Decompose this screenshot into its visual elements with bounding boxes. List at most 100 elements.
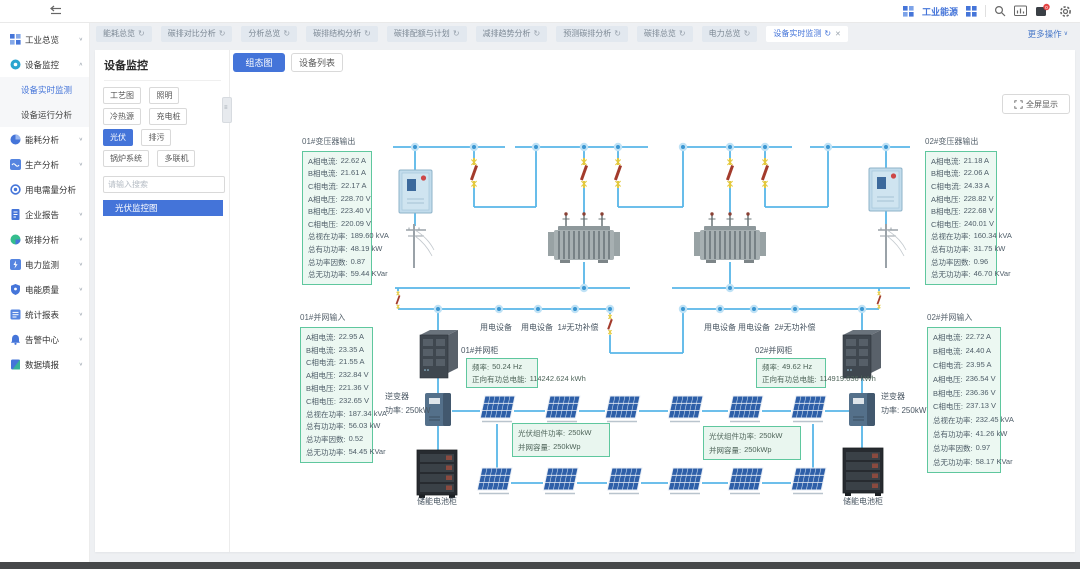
tab-analysis-overview[interactable]: 分析总览↻: [241, 26, 297, 42]
tab-refresh-icon[interactable]: ↻: [614, 29, 621, 38]
tab-carbon-overview[interactable]: 碳排总览↻: [637, 26, 693, 42]
chip-multi-unit[interactable]: 多联机: [157, 150, 195, 167]
fullscreen-icon: [1014, 100, 1023, 109]
tab-energy-overview[interactable]: 能耗总览↻: [96, 26, 152, 42]
inverter2-label: 逆变器: [881, 391, 905, 402]
tab-carbon-forecast[interactable]: 预测碳排分析↻: [556, 26, 628, 42]
data-row: 总功率因数:0.96: [926, 257, 996, 268]
sidebar-item-power-monitoring[interactable]: 电力监测 ∨: [0, 252, 89, 277]
tab-refresh-icon[interactable]: ↻: [744, 29, 751, 38]
device-panel: 设备监控 工艺图 照明 冷热源 充电桩 光伏 排污 锅炉系统 多联机 光伏监控图: [95, 50, 230, 552]
data-row: B相电流:24.40 A: [928, 346, 1000, 357]
sidebar-item-carbon-analysis[interactable]: 碳排分析 ∨: [0, 227, 89, 252]
sidebar-item-data-filling[interactable]: 数据填报 ∨: [0, 352, 89, 377]
bolt-icon: [10, 259, 21, 270]
data-row: A相电压:236.54 V: [928, 374, 1000, 385]
sidebar-item-statistic-report[interactable]: 统计报表 ∨: [0, 302, 89, 327]
sidebar-item-power-demand-analysis[interactable]: 用电需量分析: [0, 177, 89, 202]
data-row: 总有功功率:31.75 kW: [926, 244, 996, 255]
transformer1-output-panel: 01#变压器输出 A相电流:22.62 A B相电流:21.61 A C相电流:…: [302, 136, 372, 285]
chip-cooling-heating[interactable]: 冷热源: [103, 108, 141, 125]
tab-close-icon[interactable]: ✕: [835, 30, 841, 38]
search-input[interactable]: [103, 176, 225, 193]
tab-power-overview[interactable]: 电力总览↻: [702, 26, 758, 42]
search-icon[interactable]: [994, 5, 1006, 17]
shield-icon: [10, 284, 21, 295]
chip-sewage[interactable]: 排污: [141, 129, 171, 146]
gear-icon[interactable]: [1059, 5, 1072, 18]
chip-lighting[interactable]: 照明: [149, 87, 179, 104]
data-row: 总视在功率:187.34 kVA: [301, 409, 372, 420]
panel-box: A相电流:22.95 A B相电流:23.35 A C相电流:21.55 A A…: [300, 327, 373, 463]
apps-grid-icon[interactable]: [966, 6, 977, 17]
cabinet1-info-box: 频率:50.24 Hz 正向有功总电能:114242.624 kWh: [466, 358, 538, 388]
data-row: C相电流:23.95 A: [928, 360, 1000, 371]
panel-collapse-handle[interactable]: [222, 97, 232, 123]
chip-boiler-system[interactable]: 锅炉系统: [103, 150, 149, 167]
load-label: 用电设备: [479, 322, 513, 333]
sidebar-item-alarm-center[interactable]: 告警中心 ∨: [0, 327, 89, 352]
header-divider: [985, 5, 986, 17]
sidebar-subgroup: 设备实时监测 设备运行分析: [0, 77, 89, 127]
sidebar-item-device-monitoring[interactable]: 设备监控 ∧: [0, 52, 89, 77]
load-label: 用电设备: [703, 322, 737, 333]
sidebar-item-device-analysis[interactable]: 设备运行分析: [0, 102, 89, 127]
tab-refresh-icon[interactable]: ↻: [534, 29, 541, 38]
sidebar-item-production-analysis[interactable]: 生产分析 ∨: [0, 152, 89, 177]
report-chart-icon[interactable]: [1014, 5, 1027, 17]
tab-refresh-icon[interactable]: ↻: [364, 29, 371, 38]
device-panel-title: 设备监控: [104, 57, 221, 81]
battery2-label: 储能电池柜: [841, 496, 885, 507]
tab-reduction-trend[interactable]: 减排趋势分析↻: [476, 26, 548, 42]
data-row: 总无功功率:54.45 KVar: [301, 447, 372, 458]
tab-refresh-icon[interactable]: ↻: [453, 29, 460, 38]
tab-carbon-compare[interactable]: 碳排对比分析↻: [161, 26, 233, 42]
sidebar-nav: 工业总览 ∨ 设备监控 ∧ 设备实时监测 设备运行分析 能耗分析 ∨ 生产分析 …: [0, 22, 90, 563]
pie-chart-icon: [10, 134, 21, 145]
tab-carbon-quota[interactable]: 碳排配额与计划↻: [387, 26, 467, 42]
tab-refresh-icon[interactable]: ↻: [824, 29, 831, 38]
fullscreen-button[interactable]: 全屏显示: [1002, 94, 1070, 114]
panel-box: A相电流:21.18 A B相电流:22.06 A C相电流:24.33 A A…: [925, 151, 997, 285]
sidebar-item-industry-overview[interactable]: 工业总览 ∨: [0, 27, 89, 52]
sidebar-item-enterprise-report[interactable]: 企业报告 ∨: [0, 202, 89, 227]
data-row: 总视在功率:232.45 kVA: [928, 415, 1000, 426]
reactive-comp1-label: 1#无功补偿: [552, 322, 604, 333]
cabinet2-label: 02#并网柜: [755, 345, 792, 356]
data-row: A相电压:232.84 V: [301, 370, 372, 381]
tab-refresh-icon[interactable]: ↻: [138, 29, 145, 38]
collapse-sidebar-icon[interactable]: [48, 5, 62, 17]
tab-refresh-icon[interactable]: ↻: [283, 29, 290, 38]
inverter2-power: 功率: 250kW: [881, 405, 926, 416]
more-actions-dropdown[interactable]: 更多操作∨: [1028, 28, 1068, 40]
sidebar-item-device-realtime[interactable]: 设备实时监测: [0, 77, 89, 102]
inverter1-power: 功率: 250kW: [385, 405, 430, 416]
chip-charging-pile[interactable]: 充电桩: [149, 108, 187, 125]
sidebar-item-power-quality[interactable]: 电能质量 ∨: [0, 277, 89, 302]
data-row: B相电压:223.40 V: [303, 206, 371, 217]
chip-process-diagram[interactable]: 工艺图: [103, 87, 141, 104]
panel-box: A相电流:22.72 A B相电流:24.40 A C相电流:23.95 A A…: [927, 327, 1001, 473]
device-list-button[interactable]: 设备列表: [291, 53, 343, 72]
load-label: 用电设备: [520, 322, 554, 333]
grid1-input-panel: 01#并网输入 A相电流:22.95 A B相电流:23.35 A C相电流:2…: [300, 312, 373, 463]
app-name: 工业能源: [922, 5, 958, 18]
monitor-circle-icon: [10, 59, 21, 70]
grid-icon: [10, 34, 21, 45]
diagram-view-button[interactable]: 组态图: [233, 53, 285, 72]
notification-icon[interactable]: 0: [1035, 4, 1051, 18]
tab-refresh-icon[interactable]: ↻: [219, 29, 226, 38]
tab-carbon-structure[interactable]: 碳排结构分析↻: [306, 26, 378, 42]
pv-monitor-view-item[interactable]: 光伏监控图: [103, 200, 223, 216]
data-row: 总功率因数:0.87: [303, 257, 371, 268]
panel-title: 02#并网输入: [927, 312, 1001, 323]
sidebar-item-energy-analysis[interactable]: 能耗分析 ∨: [0, 127, 89, 152]
tab-refresh-icon[interactable]: ↻: [679, 29, 686, 38]
data-row: B相电压:236.36 V: [928, 388, 1000, 399]
data-row: 总无功功率:46.70 KVar: [926, 269, 996, 280]
cabinet2-info-box: 频率:49.62 Hz 正向有功总电能:114919.636 kWh: [756, 358, 826, 388]
content-card: [95, 50, 1075, 552]
data-row: 总有功功率:41.26 kW: [928, 429, 1000, 440]
chip-photovoltaic[interactable]: 光伏: [103, 129, 133, 146]
tab-device-realtime[interactable]: 设备实时监测↻✕: [766, 26, 848, 42]
